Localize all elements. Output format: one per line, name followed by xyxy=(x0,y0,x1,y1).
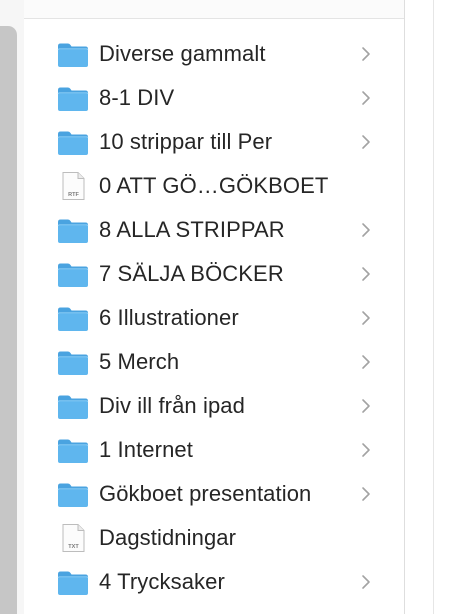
chevron-right-icon xyxy=(359,133,373,151)
left-column-edge xyxy=(0,0,24,614)
chevron-right-icon xyxy=(359,441,373,459)
chevron-right-icon xyxy=(359,265,373,283)
folder-icon xyxy=(57,394,89,420)
chevron-right-icon xyxy=(359,397,373,415)
file-row[interactable]: RTF 0 ATT GÖ…GÖKBOET xyxy=(24,163,404,207)
next-column xyxy=(405,0,433,614)
chevron-right-icon xyxy=(359,45,373,63)
finder-window: Diverse gammalt 8-1 DIV 10 strippar till P… xyxy=(0,0,460,614)
item-name: 1 Internet xyxy=(99,437,193,462)
chevron-right-icon xyxy=(359,485,373,503)
folder-icon xyxy=(57,262,89,288)
chevron-right-icon xyxy=(359,309,373,327)
chevron-right-icon xyxy=(359,353,373,371)
folder-icon xyxy=(57,218,89,244)
folder-row[interactable]: Gökboet presentation xyxy=(24,471,404,515)
item-name: 7 SÄLJA BÖCKER xyxy=(99,261,284,286)
folder-row[interactable]: 7 SÄLJA BÖCKER xyxy=(24,251,404,295)
item-name: 10 strippar till Per xyxy=(99,129,273,154)
folder-row[interactable]: Div ill från ipad xyxy=(24,383,404,427)
folder-row[interactable]: 8-1 DIV xyxy=(24,75,404,119)
folder-icon xyxy=(57,570,89,596)
item-name: 4 Trycksaker xyxy=(99,569,225,594)
item-name: Diverse gammalt xyxy=(99,41,266,66)
folder-icon xyxy=(57,350,89,376)
item-name: Div ill från ipad xyxy=(99,393,245,418)
chevron-right-icon xyxy=(359,89,373,107)
item-name: 8-1 DIV xyxy=(99,85,175,110)
svg-text:TXT: TXT xyxy=(68,544,79,550)
folder-row[interactable]: Diverse gammalt xyxy=(24,31,404,75)
folder-row[interactable]: 8 ALLA STRIPPAR xyxy=(24,207,404,251)
txt-document-icon: TXT xyxy=(57,524,89,552)
folder-row[interactable]: 10 strippar till Per xyxy=(24,119,404,163)
folder-row[interactable]: 5 Merch xyxy=(24,339,404,383)
folder-row[interactable]: 4 Trycksaker xyxy=(24,559,404,603)
column-divider-right[interactable] xyxy=(433,0,434,614)
item-name: Dagstidningar xyxy=(99,525,237,550)
item-name: 5 Merch xyxy=(99,349,180,374)
folder-icon xyxy=(57,306,89,332)
item-name: 8 ALLA STRIPPAR xyxy=(99,217,285,242)
rtf-document-icon: RTF xyxy=(57,172,89,200)
chevron-right-icon xyxy=(359,221,373,239)
folder-icon xyxy=(57,130,89,156)
item-name: Gökboet presentation xyxy=(99,481,312,506)
file-row[interactable]: TXT Dagstidningar xyxy=(24,515,404,559)
item-name: 6 Illustrationer xyxy=(99,305,239,330)
item-name: 0 ATT GÖ…GÖKBOET xyxy=(99,173,329,198)
file-column: Diverse gammalt 8-1 DIV 10 strippar till P… xyxy=(24,19,404,614)
column-top-edge xyxy=(24,0,404,19)
folder-row[interactable]: 6 Illustrationer xyxy=(24,295,404,339)
folder-icon xyxy=(57,438,89,464)
folder-row[interactable]: 1 Internet xyxy=(24,427,404,471)
folder-icon xyxy=(57,86,89,112)
folder-icon xyxy=(57,42,89,68)
svg-text:RTF: RTF xyxy=(68,192,79,198)
folder-icon xyxy=(57,482,89,508)
scrollbar-thumb[interactable] xyxy=(0,26,17,614)
chevron-right-icon xyxy=(359,573,373,591)
